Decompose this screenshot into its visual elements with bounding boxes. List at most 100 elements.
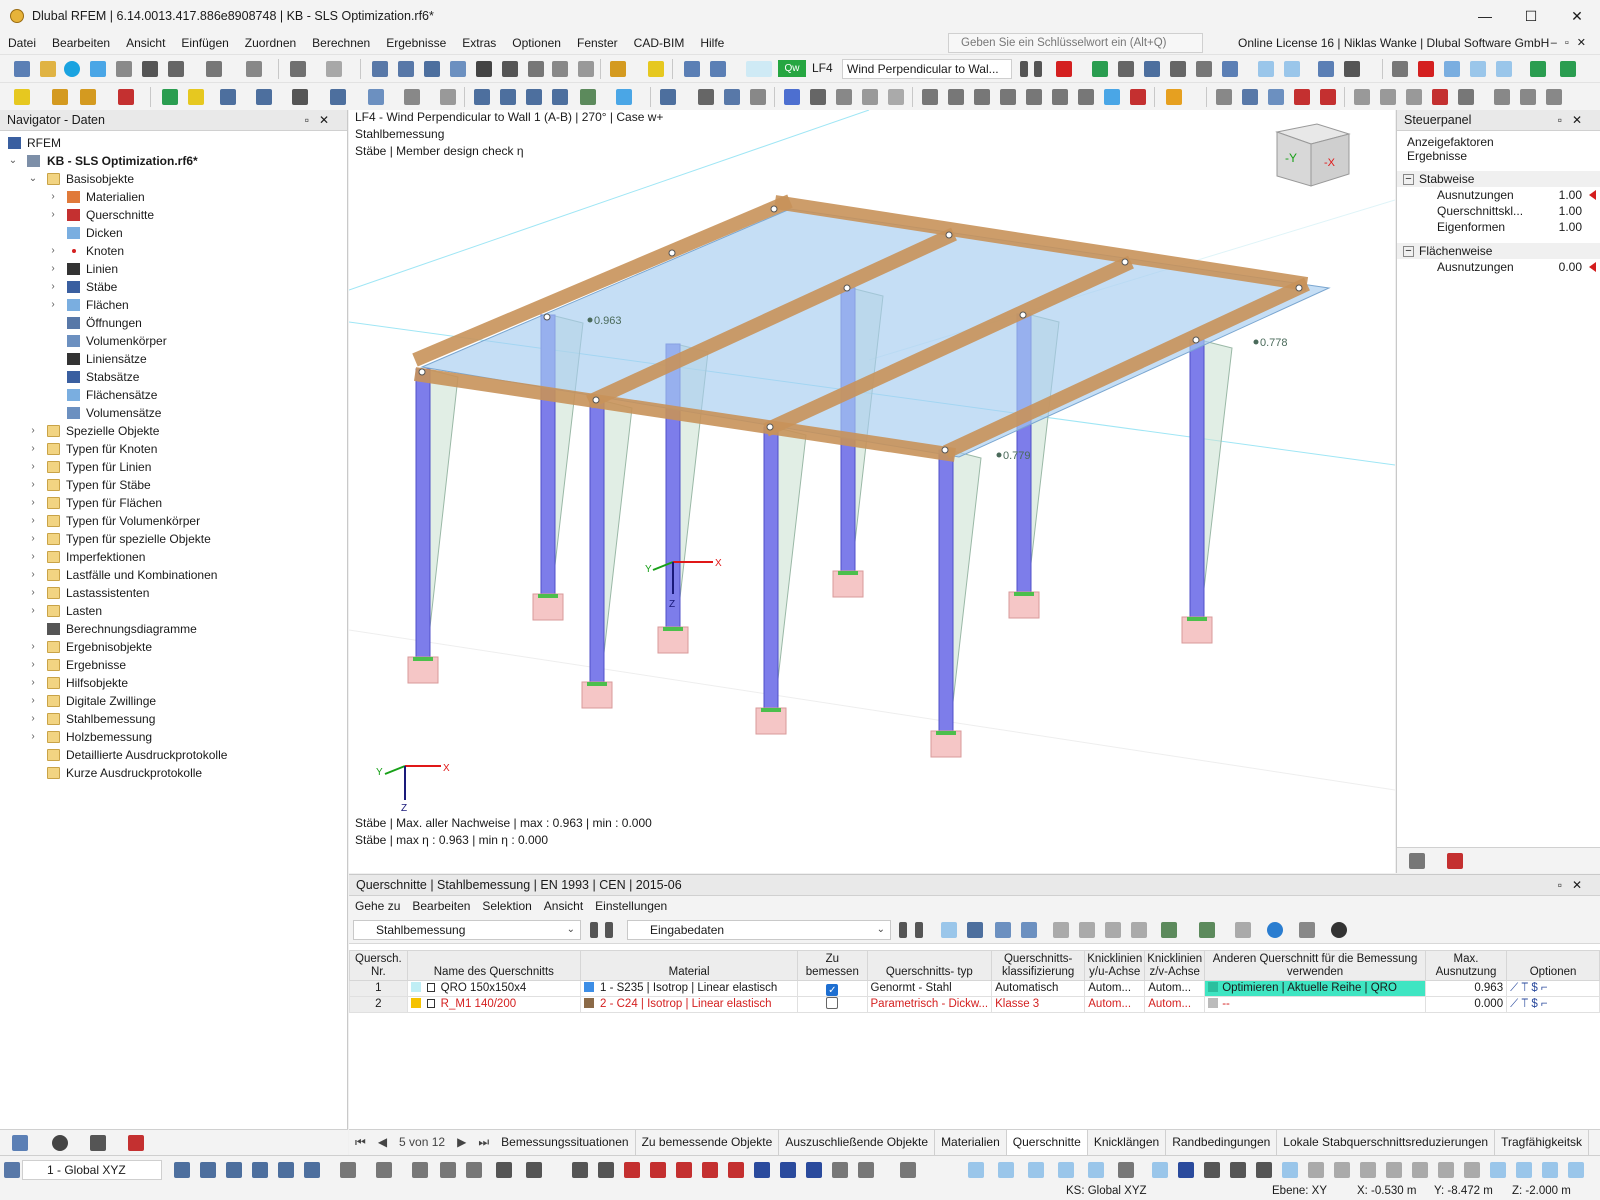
cell-nr[interactable]: 1 bbox=[349, 980, 408, 997]
first-page-icon[interactable]: ⏮ bbox=[349, 1130, 372, 1155]
transform-status-icon[interactable] bbox=[900, 1162, 916, 1178]
col-header-max-ratio[interactable]: Max. Ausnutzung bbox=[1424, 950, 1508, 981]
snap-line-icon[interactable] bbox=[552, 89, 568, 105]
link-icon[interactable] bbox=[1354, 89, 1370, 105]
undo-icon[interactable] bbox=[290, 61, 306, 77]
col-header-name[interactable]: Name des Querschnitts bbox=[406, 950, 582, 981]
data-category-select[interactable]: Eingabedaten ⌄ bbox=[627, 920, 891, 940]
prev-category-icon[interactable] bbox=[899, 922, 907, 938]
color-scale-icon[interactable] bbox=[1166, 89, 1182, 105]
tree-item[interactable]: › Stahlbemessung bbox=[0, 710, 347, 728]
minimize-button[interactable]: — bbox=[1462, 0, 1508, 32]
expand-icon[interactable]: › bbox=[48, 242, 58, 260]
circle-x-status-icon[interactable] bbox=[1230, 1162, 1246, 1178]
line-status-icon[interactable] bbox=[496, 1162, 512, 1178]
copy-tool-icon[interactable] bbox=[1052, 89, 1068, 105]
tree-item[interactable]: › Imperfektionen bbox=[0, 548, 347, 566]
show-surface-status-icon[interactable] bbox=[1058, 1162, 1074, 1178]
control-factor-row[interactable]: Querschnittskl... 1.00 bbox=[1397, 203, 1600, 219]
tangent-status-icon[interactable] bbox=[1386, 1162, 1402, 1178]
prev-module-icon[interactable] bbox=[590, 922, 598, 938]
import-excel-icon[interactable] bbox=[1199, 922, 1215, 938]
dimension-tool-icon[interactable] bbox=[404, 89, 420, 105]
tree-item[interactable]: › Typen für spezielle Objekte bbox=[0, 530, 347, 548]
table-menu-goto[interactable]: Gehe zu bbox=[349, 896, 406, 916]
circle-status-icon[interactable] bbox=[676, 1162, 692, 1178]
control-factor-row[interactable]: Ausnutzungen 0.00 bbox=[1397, 259, 1600, 275]
cell-options[interactable]: ⟋ ⟙ $ ⌐ bbox=[1506, 980, 1600, 997]
node-point[interactable] bbox=[843, 284, 851, 292]
member-status-icon[interactable] bbox=[572, 1162, 588, 1178]
redo-icon[interactable] bbox=[326, 61, 342, 77]
mirror-tool-icon[interactable] bbox=[974, 89, 990, 105]
tree-item[interactable]: › Typen für Volumenkörper bbox=[0, 512, 347, 530]
navigator-panel-buttons[interactable]: ▫✕ bbox=[305, 110, 339, 131]
control-factor-value[interactable]: 1.00 bbox=[1559, 187, 1582, 203]
prev-page-icon[interactable]: ◀ bbox=[372, 1130, 393, 1155]
grid-view-icon[interactable] bbox=[1242, 89, 1258, 105]
help-icon[interactable] bbox=[1331, 922, 1347, 938]
column-member[interactable] bbox=[415, 368, 431, 664]
table-status-icon[interactable] bbox=[1490, 1162, 1506, 1178]
control-panel-buttons[interactable]: ▫✕ bbox=[1558, 110, 1592, 131]
scale-icon[interactable] bbox=[1344, 61, 1360, 77]
menu-extras[interactable]: Extras bbox=[454, 36, 504, 50]
tree-item[interactable]: Volumenkörper bbox=[0, 332, 347, 350]
measure-icon[interactable] bbox=[1104, 89, 1120, 105]
globe-icon[interactable] bbox=[1267, 922, 1283, 938]
layout-status-icon[interactable] bbox=[1568, 1162, 1584, 1178]
mdi-window-controls[interactable]: –▫✕ bbox=[1551, 32, 1594, 54]
col-header-buckling-y[interactable]: Knicklinien y/u-Achse bbox=[1084, 950, 1146, 981]
design-checkbox[interactable] bbox=[826, 997, 839, 1009]
set-tool-icon[interactable] bbox=[330, 89, 346, 105]
result-next-icon[interactable] bbox=[710, 61, 726, 77]
menu-fenster[interactable]: Fenster bbox=[569, 36, 626, 50]
close-window-button[interactable]: ✕ bbox=[1554, 0, 1600, 32]
control-group-header[interactable]: Stabweise bbox=[1397, 171, 1600, 187]
cell-material[interactable]: 1 - S235 | Isotrop | Linear elastisch bbox=[580, 980, 799, 997]
cell-buckling-z[interactable]: Autom... bbox=[1144, 996, 1206, 1013]
tree-item[interactable]: › Typen für Knoten bbox=[0, 440, 347, 458]
node-point[interactable] bbox=[941, 446, 949, 454]
cell-nr[interactable]: 2 bbox=[349, 996, 408, 1013]
render-icon[interactable] bbox=[750, 89, 766, 105]
snap-grid-icon[interactable] bbox=[500, 89, 516, 105]
expand-icon[interactable]: › bbox=[48, 188, 58, 206]
grid2-status-icon[interactable] bbox=[1152, 1162, 1168, 1178]
last-page-icon[interactable]: ⏭ bbox=[472, 1130, 495, 1155]
coordinate-icon[interactable] bbox=[580, 89, 596, 105]
tree-root[interactable]: RFEM bbox=[0, 134, 347, 152]
tab-auszuschließende-objekte[interactable]: Auszuschließende Objekte bbox=[779, 1130, 936, 1155]
load-case-select[interactable]: Wind Perpendicular to Wal... bbox=[842, 59, 1012, 79]
wire-icon[interactable] bbox=[784, 89, 800, 105]
result-table-icon[interactable] bbox=[1222, 61, 1238, 77]
tree-item[interactable]: Stabsätze bbox=[0, 368, 347, 386]
print-table-icon[interactable] bbox=[1299, 922, 1315, 938]
tree-item[interactable]: › Ergebnisobjekte bbox=[0, 638, 347, 656]
copy-row-icon[interactable] bbox=[1105, 922, 1121, 938]
report-icon[interactable] bbox=[206, 61, 222, 77]
tree-item[interactable]: › Flächen bbox=[0, 296, 347, 314]
slash-status-icon[interactable] bbox=[1308, 1162, 1324, 1178]
expand-icon[interactable]: › bbox=[48, 278, 58, 296]
stack-icon[interactable] bbox=[1494, 89, 1510, 105]
shadow-icon[interactable] bbox=[888, 89, 904, 105]
tab-zu-bemessende-objekte[interactable]: Zu bemessende Objekte bbox=[636, 1130, 780, 1155]
node-point[interactable] bbox=[418, 368, 426, 376]
balance-tab-icon[interactable] bbox=[1409, 853, 1425, 869]
extend-status-icon[interactable] bbox=[806, 1162, 822, 1178]
layers-icon[interactable] bbox=[528, 61, 544, 77]
center-status-icon[interactable] bbox=[1438, 1162, 1454, 1178]
select-in-model-icon[interactable] bbox=[941, 922, 957, 938]
axis-status-icon[interactable] bbox=[1118, 1162, 1134, 1178]
solid-tool-icon[interactable] bbox=[256, 89, 272, 105]
results-tab-icon[interactable] bbox=[128, 1135, 144, 1151]
next-load-case-icon[interactable] bbox=[1034, 61, 1042, 77]
tree-item[interactable]: › Hilfsobjekte bbox=[0, 674, 347, 692]
menu-ergebnisse[interactable]: Ergebnisse bbox=[378, 36, 454, 50]
cell-type[interactable]: Parametrisch - Dickw... bbox=[866, 996, 993, 1013]
color-tab-icon[interactable] bbox=[1447, 853, 1463, 869]
sections-icon[interactable] bbox=[1196, 61, 1212, 77]
column-member[interactable] bbox=[1189, 339, 1205, 624]
line-a-status-icon[interactable] bbox=[598, 1162, 614, 1178]
